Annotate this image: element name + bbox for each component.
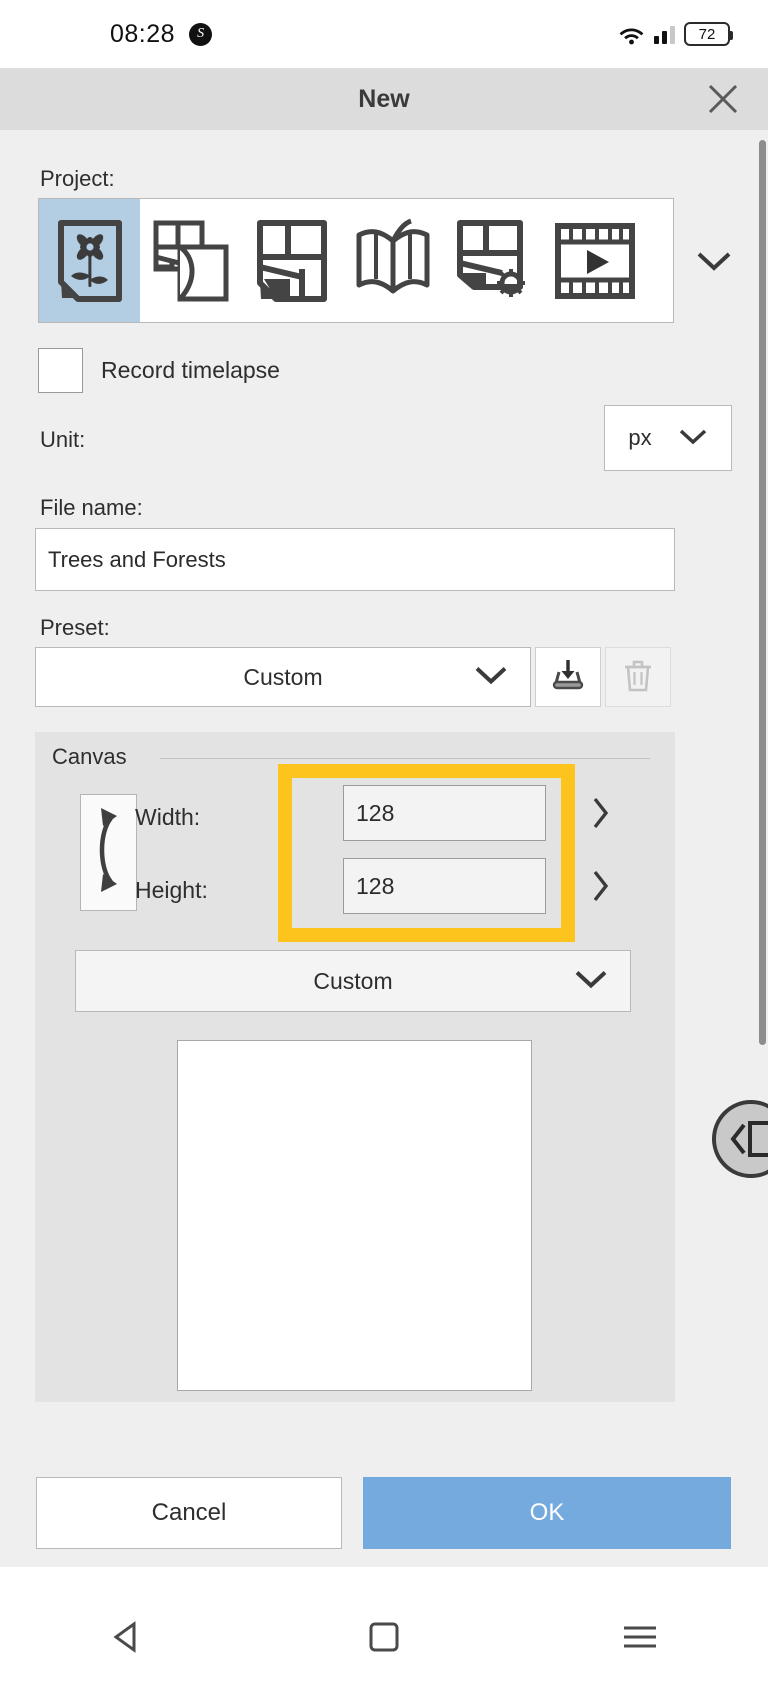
dialog-title-bar: New	[0, 68, 768, 130]
triangle-back-icon[interactable]	[68, 1597, 188, 1677]
canvas-legend: Canvas	[52, 744, 137, 770]
project-type-template-settings[interactable]	[443, 199, 544, 322]
status-bar-left: 08:28 S	[110, 19, 213, 49]
ok-button[interactable]: OK	[363, 1477, 731, 1549]
project-type-grid-layout[interactable]	[241, 199, 342, 322]
canvas-preset-chevron-down-icon	[574, 969, 608, 994]
dialog-scroll-area: Project: Record timelapse Unit: px File …	[0, 130, 768, 1467]
dialog-button-row: Cancel OK	[0, 1467, 768, 1567]
project-type-open-book[interactable]	[342, 199, 443, 322]
status-clock: 08:28	[110, 19, 176, 48]
file-name-label: File name:	[40, 495, 143, 520]
app-badge-icon: S	[189, 22, 213, 46]
project-type-strip	[38, 198, 674, 323]
project-label: Project:	[40, 166, 115, 191]
preset-select[interactable]: Custom	[35, 647, 531, 707]
wifi-icon	[618, 23, 645, 45]
canvas-preset-value: Custom	[313, 967, 393, 994]
battery-icon: 72	[684, 22, 733, 46]
dialog-title: New	[358, 84, 410, 113]
canvas-legend-divider	[160, 758, 650, 759]
preset-label: Preset:	[40, 615, 110, 640]
project-type-single-image[interactable]	[39, 199, 140, 322]
app-screen: 08:28 S 72 New Project: Record timelapse…	[0, 0, 768, 1707]
canvas-preset-select[interactable]: Custom	[75, 950, 631, 1012]
unit-value: px	[628, 425, 652, 450]
swap-dimensions-icon	[89, 802, 129, 903]
cellular-signal-icon	[654, 24, 675, 44]
swap-dimensions-button[interactable]	[80, 794, 137, 911]
unit-select[interactable]: px	[604, 405, 732, 471]
hamburger-recents-icon[interactable]	[580, 1597, 700, 1677]
dialog-scrollbar[interactable]	[759, 140, 766, 1045]
save-preset-button[interactable]	[535, 647, 601, 707]
battery-percent: 72	[698, 25, 716, 43]
unit-label: Unit:	[40, 427, 86, 452]
unit-chevron-down-icon	[678, 427, 708, 450]
height-label: Height:	[135, 877, 208, 903]
dialog-body: Project: Record timelapse Unit: px File …	[0, 130, 768, 1567]
system-nav-bar	[0, 1567, 768, 1707]
project-expand-chevron-down-icon[interactable]	[684, 198, 744, 323]
canvas-group: Canvas Width: Height: 128 128 Custom	[35, 732, 675, 1402]
status-bar: 08:28 S 72	[0, 0, 768, 68]
save-preset-icon	[548, 656, 588, 699]
close-icon[interactable]	[700, 76, 746, 122]
cancel-button[interactable]: Cancel	[36, 1477, 342, 1549]
record-timelapse-label: Record timelapse	[101, 357, 280, 383]
height-input[interactable]	[343, 858, 546, 914]
record-timelapse-checkbox[interactable]	[38, 348, 83, 393]
delete-preset-button	[605, 647, 671, 707]
preset-chevron-down-icon	[474, 665, 508, 690]
project-type-animation[interactable]	[544, 199, 645, 322]
width-label: Width:	[135, 804, 201, 830]
status-bar-right: 72	[618, 0, 733, 68]
width-input[interactable]	[343, 785, 546, 841]
project-type-stacked-pages[interactable]	[140, 199, 241, 322]
record-timelapse-row[interactable]: Record timelapse	[38, 348, 280, 393]
canvas-preview	[177, 1040, 532, 1391]
trash-icon	[621, 656, 655, 699]
height-chevron-right-icon[interactable]	[580, 866, 620, 906]
file-name-input[interactable]	[35, 528, 675, 591]
square-home-icon[interactable]	[324, 1597, 444, 1677]
preset-value: Custom	[243, 663, 323, 690]
width-chevron-right-icon[interactable]	[580, 793, 620, 833]
